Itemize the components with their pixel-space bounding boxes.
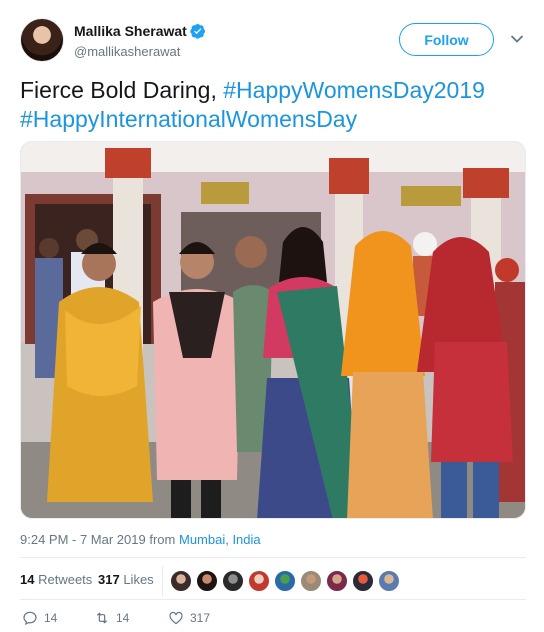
tweet-text-plain: Fierce Bold Daring,: [20, 77, 224, 103]
heart-icon: [169, 611, 183, 625]
liker-avatar-9[interactable]: [378, 570, 400, 592]
liker-avatar-4[interactable]: [248, 570, 270, 592]
author-display-name[interactable]: Mallika Sherawat: [74, 22, 187, 40]
like-count: 317: [190, 611, 211, 625]
tweet-header: Mallika Sherawat @mallikasherawat Follow: [20, 18, 526, 64]
chevron-down-icon[interactable]: [510, 34, 524, 44]
tweet-text: Fierce Bold Daring, #HappyWomensDay2019 #…: [20, 76, 520, 134]
stats-row: 14 Retweets 317 Likes: [20, 566, 526, 596]
retweet-count: 14: [116, 611, 130, 625]
actions-row: 14 14 317: [20, 610, 526, 628]
stats-separator: [162, 566, 163, 596]
tweet-photo[interactable]: [20, 141, 526, 519]
hashtag-link-happy-womens-day-2019[interactable]: #HappyWomensDay2019: [223, 77, 485, 103]
location-link[interactable]: Mumbai, India: [179, 532, 261, 547]
hashtag-link-happy-international-womens-day[interactable]: #HappyInternationalWomensDay: [20, 106, 357, 132]
retweet-icon: [96, 612, 108, 624]
likes-count: 317: [98, 572, 120, 587]
liker-avatar-1[interactable]: [170, 570, 192, 592]
author-handle[interactable]: @mallikasherawat: [74, 43, 206, 61]
reply-button[interactable]: 14: [22, 610, 57, 626]
liker-avatar-5[interactable]: [274, 570, 296, 592]
likes-label: Likes: [123, 572, 154, 587]
liker-avatar-3[interactable]: [222, 570, 244, 592]
like-button[interactable]: 317: [168, 610, 210, 626]
retweet-button[interactable]: 14: [94, 610, 129, 626]
photo-group-of-women: [21, 142, 525, 518]
verified-badge-icon: [190, 24, 205, 39]
divider-bottom: [20, 599, 526, 600]
liker-avatar-8[interactable]: [352, 570, 374, 592]
reply-count: 14: [44, 611, 58, 625]
from-label: from: [149, 532, 176, 547]
liker-avatar-6[interactable]: [300, 570, 322, 592]
retweets-label: Retweets: [38, 572, 93, 587]
tweet-timestamp[interactable]: 9:24 PM - 7 Mar 2019: [20, 532, 146, 547]
liker-avatar-2[interactable]: [196, 570, 218, 592]
divider-top: [20, 557, 526, 558]
liker-avatar-7[interactable]: [326, 570, 348, 592]
retweets-count: 14: [20, 572, 35, 587]
retweets-stat[interactable]: 14 Retweets: [20, 572, 92, 587]
tweet-timestamp-row: 9:24 PM - 7 Mar 2019 from Mumbai, India: [20, 532, 261, 548]
author-avatar[interactable]: [20, 18, 64, 62]
likes-stat[interactable]: 317 Likes: [98, 572, 154, 587]
author-name-block: Mallika Sherawat @mallikasherawat: [74, 22, 206, 61]
follow-button[interactable]: Follow: [399, 23, 494, 56]
reply-icon: [23, 611, 37, 626]
